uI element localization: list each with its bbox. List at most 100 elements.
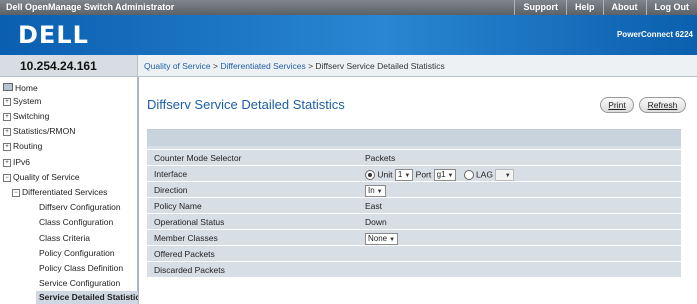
row-counter-mode: Counter Mode Selector Packets [147,149,681,166]
sidebar-item-service-stats[interactable]: Service Detailed Statistics [36,291,138,304]
offered-packets-label: Offered Packets [154,249,215,259]
row-operational-status: Operational Status Down [147,213,681,230]
sidebar-item-label: Service Detailed Statistics [39,292,138,302]
chevron-down-icon: ▼ [389,237,396,243]
interface-label: Interface [154,169,188,179]
sidebar-item-home[interactable]: Home [3,83,38,93]
breadcrumb-separator: > [213,61,218,71]
operational-status-value: Down [365,217,387,227]
ip-address: 10.254.24.161 [20,59,97,73]
sidebar-item-switching[interactable]: + Switching [3,111,49,121]
member-classes-value-cell: None ▼ [365,233,399,245]
expand-icon[interactable]: + [3,98,11,106]
sidebar-item-label: Statistics/RMON [13,126,76,136]
expand-icon[interactable]: + [3,128,11,136]
port-label: Port [415,169,432,180]
lag-label: LAG [475,169,493,180]
unit-select[interactable]: 1 ▼ [394,169,414,181]
counter-mode-label: Counter Mode Selector [154,153,242,163]
sidebar-item-label: Class Criteria [39,233,91,243]
direction-select-value: In [368,186,375,195]
policy-name-value: East [365,201,383,211]
sidebar-item-label: Diffserv Configuration [39,202,121,212]
sidebar-item-label: IPv6 [13,157,31,167]
breadcrumb-diffserv[interactable]: Differentiated Services [220,61,305,71]
member-classes-select-value: None [368,234,388,243]
direction-value-cell: In ▼ [365,185,386,197]
sidebar-item-label: Policy Class Definition [39,263,124,273]
unit-select-value: 1 [397,170,403,179]
row-discarded-packets: Discarded Packets [147,261,681,278]
direction-select[interactable]: In ▼ [365,185,386,197]
sidebar-item-routing[interactable]: + Routing [3,141,42,151]
lag-radio[interactable] [463,170,474,180]
product-name: PowerConnect 6224 [616,30,693,39]
sidebar-item-label: Home [15,83,38,93]
logout-link[interactable]: Log Out [645,0,697,15]
row-member-classes: Member Classes None ▼ [147,229,681,246]
ip-address-box: 10.254.24.161 [0,55,138,77]
top-links: Support Help About Log Out [514,0,697,15]
expand-icon[interactable]: + [3,159,11,167]
home-icon [3,83,13,91]
app-title: Dell OpenManage Switch Administrator [6,2,175,12]
row-policy-name: Policy Name East [147,197,681,214]
sidebar-item-policy-config[interactable]: Policy Configuration [39,248,115,258]
panel-header [147,130,681,146]
sidebar-item-label: Class Configuration [39,217,114,227]
chevron-down-icon: ▼ [376,189,383,195]
sidebar-item-qos[interactable]: − Quality of Service [3,172,80,182]
about-link[interactable]: About [602,0,646,15]
member-classes-select[interactable]: None ▼ [365,233,399,245]
sidebar-nav: Home + System + Switching + Statistics/RMON… [0,77,139,304]
refresh-button[interactable]: Refresh [639,97,686,113]
policy-name-label: Policy Name [154,201,202,211]
chevron-down-icon: ▼ [504,173,511,179]
breadcrumb-separator: > [308,61,314,71]
chevron-down-icon: ▼ [404,173,411,179]
breadcrumb-qos[interactable]: Quality of Service [144,61,211,71]
sidebar-item-policy-class-definition[interactable]: Policy Class Definition [39,263,123,273]
member-classes-label: Member Classes [154,233,218,243]
sidebar-item-label: Quality of Service [13,172,80,182]
interface-controls: Unit 1 ▼ Port g1 ▼ LAG ▼ [365,169,514,181]
discarded-packets-label: Discarded Packets [154,265,225,275]
sidebar-item-label: Differentiated Services [22,187,108,197]
unit-label: Unit [377,169,393,180]
sidebar-item-diffserv-config[interactable]: Diffserv Configuration [39,202,121,212]
top-bar: Dell OpenManage Switch Administrator Sup… [0,0,697,15]
unit-port-radio[interactable] [365,170,375,180]
sidebar-item-diffserv[interactable]: − Differentiated Services [12,187,107,197]
expand-icon[interactable]: + [3,113,11,121]
statistics-panel: Counter Mode Selector Packets Interface … [147,129,681,277]
sidebar-item-label: Service Configuration [39,278,121,288]
breadcrumb-current: Diffserv Service Detailed Statistics [315,61,445,71]
banner: DELL PowerConnect 6224 [0,15,697,55]
sidebar-item-label: Routing [13,141,43,151]
port-select[interactable]: g1 ▼ [433,169,457,181]
sidebar-item-label: Policy Configuration [39,248,115,258]
lag-select[interactable]: ▼ [495,169,514,181]
sidebar-item-label: Switching [13,111,50,121]
collapse-icon[interactable]: − [3,174,11,182]
expand-icon[interactable]: + [3,143,11,151]
sidebar-item-class-criteria[interactable]: Class Criteria [39,233,90,243]
print-button[interactable]: Print [600,97,634,113]
sidebar-item-label: System [13,96,42,106]
port-select-value: g1 [436,170,446,179]
chevron-down-icon: ▼ [447,173,454,179]
sidebar-item-ipv6[interactable]: + IPv6 [3,157,30,167]
row-offered-packets: Offered Packets [147,245,681,262]
help-link[interactable]: Help [565,0,603,15]
row-direction: Direction In ▼ [147,181,681,198]
collapse-icon[interactable]: − [12,189,20,197]
row-interface: Interface Unit 1 ▼ Port g1 ▼ LAG ▼ [147,165,681,182]
sidebar-item-statistics[interactable]: + Statistics/RMON [3,126,75,136]
counter-mode-value: Packets [365,153,396,163]
sidebar-item-class-config[interactable]: Class Configuration [39,217,113,227]
support-link[interactable]: Support [514,0,566,15]
sidebar-item-service-config[interactable]: Service Configuration [39,278,120,288]
sidebar-item-system[interactable]: + System [3,96,41,106]
breadcrumb: Quality of Service > Differentiated Serv… [138,55,697,77]
dell-logo: DELL [18,21,89,49]
